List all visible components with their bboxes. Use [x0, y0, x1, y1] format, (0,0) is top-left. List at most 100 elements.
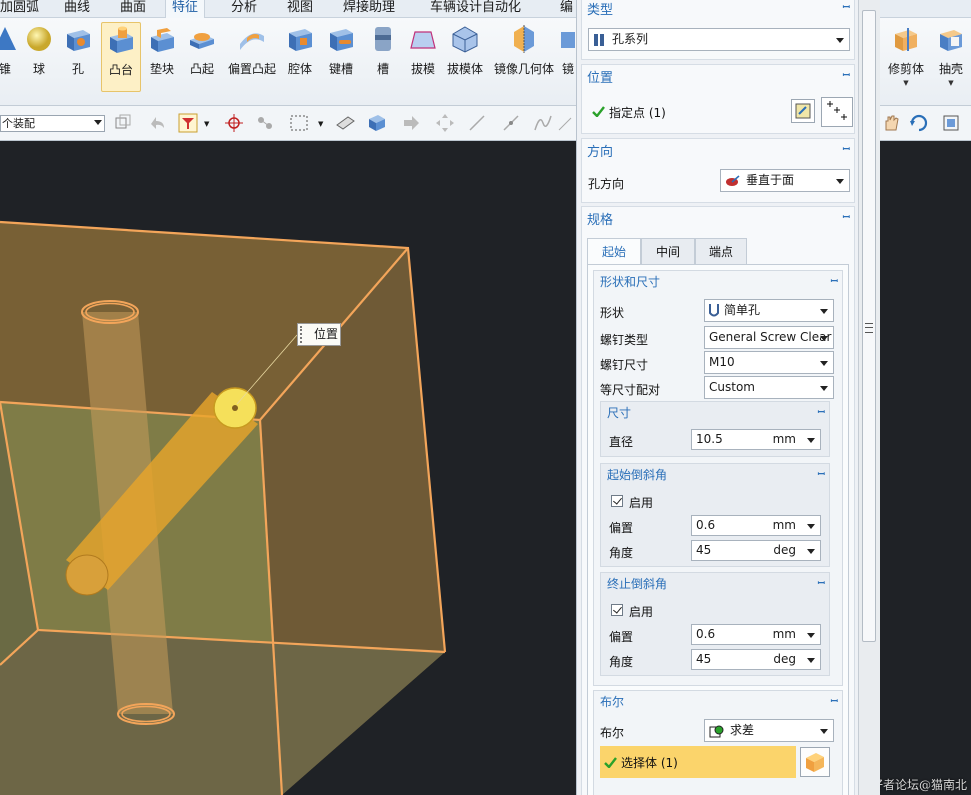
undo-selection-icon[interactable]	[146, 112, 168, 134]
pan-icon[interactable]	[880, 112, 902, 134]
boolean-select[interactable]: 求差	[704, 719, 834, 742]
move-icon[interactable]	[434, 112, 456, 134]
hole-direction-select[interactable]: 垂直于面	[720, 169, 850, 192]
start-offset-input[interactable]: 0.6 mm	[691, 515, 821, 536]
offset-emboss-button[interactable]: 偏置凸起	[224, 22, 280, 92]
pin-icon[interactable]: ꟷ	[843, 142, 850, 155]
pocket-button[interactable]: 腔体	[283, 22, 317, 92]
fit-view-icon[interactable]	[940, 112, 962, 134]
end-chamfer-enable-checkbox[interactable]	[611, 604, 623, 616]
position-section-title[interactable]: 位置	[587, 67, 613, 86]
menu-tab-curve[interactable]: 曲线	[58, 0, 96, 18]
select-body-button[interactable]	[800, 747, 830, 777]
chevron-down-icon[interactable]	[807, 549, 815, 554]
tab-middle[interactable]: 中间	[641, 238, 695, 265]
body-icon[interactable]	[366, 112, 388, 134]
emboss-button[interactable]: 凸起	[183, 22, 221, 92]
sphere-button[interactable]: 球	[22, 22, 56, 92]
position-callout[interactable]: 位置	[297, 323, 341, 346]
mirror-feature-button[interactable]: 镜	[559, 22, 577, 92]
boss-button[interactable]: 凸台	[101, 22, 141, 92]
chevron-down-icon	[836, 38, 844, 43]
end-angle-input[interactable]: 45 deg	[691, 649, 821, 670]
pin-icon[interactable]: ꟷ	[818, 405, 825, 418]
tab-end[interactable]: 端点	[695, 238, 747, 265]
specify-point-label[interactable]: 指定点 (1)	[609, 104, 666, 121]
shell-button[interactable]: 抽壳 ▼	[932, 22, 970, 92]
cone-button[interactable]: 锥	[0, 22, 22, 92]
line-point-icon[interactable]	[500, 112, 522, 134]
spec-section-title[interactable]: 规格	[587, 209, 613, 228]
shape-select[interactable]: 简单孔	[704, 299, 834, 322]
slot-button[interactable]: 键槽	[323, 22, 359, 92]
draft-body-button[interactable]: 拔模体	[444, 22, 486, 92]
groove-button[interactable]: 槽	[366, 22, 400, 92]
screw-size-value: M10	[709, 355, 735, 369]
screw-size-select[interactable]: M10	[704, 351, 834, 374]
point-dialog-button[interactable]	[821, 97, 853, 127]
select-body-row[interactable]: 选择体 (1)	[600, 746, 796, 778]
start-angle-value: 45	[696, 543, 712, 557]
screw-type-select[interactable]: General Screw Clear	[704, 326, 834, 349]
direction-section-title[interactable]: 方向	[587, 141, 613, 160]
menu-tab-view[interactable]: 视图	[281, 0, 319, 18]
pin-icon[interactable]: ꟷ	[843, 0, 850, 13]
pin-icon[interactable]: ꟷ	[818, 576, 825, 589]
trim-body-dropdown-icon[interactable]: ▼	[884, 79, 928, 87]
line-icon[interactable]	[466, 112, 488, 134]
pin-icon[interactable]: ꟷ	[843, 210, 850, 223]
chevron-down-icon[interactable]	[807, 658, 815, 663]
shell-dropdown-icon[interactable]: ▼	[932, 79, 970, 87]
diameter-input[interactable]: 10.5 mm	[691, 429, 821, 450]
shape-value: 简单孔	[724, 303, 761, 317]
start-angle-input[interactable]: 45 deg	[691, 540, 821, 561]
boolean-title[interactable]: 布尔	[600, 693, 624, 710]
start-chamfer-enable-checkbox[interactable]	[611, 495, 623, 507]
sketch-section-button[interactable]	[791, 99, 815, 123]
tab-start[interactable]: 起始	[587, 238, 641, 265]
pad-button[interactable]: 垫块	[143, 22, 181, 92]
mirror-geometry-button[interactable]: 镜像几何体	[492, 22, 556, 92]
type-select[interactable]: 孔系列	[588, 28, 850, 51]
rectangle-select-dropdown-icon[interactable]: ▼	[318, 120, 323, 128]
panel-scrollbar[interactable]	[858, 0, 880, 795]
trim-body-button[interactable]: 修剪体 ▼	[884, 22, 928, 92]
filter-icon[interactable]	[177, 112, 199, 134]
menu-tab-surface[interactable]: 曲面	[114, 0, 152, 18]
hole-label: 孔	[71, 62, 84, 76]
pin-icon[interactable]: ꟷ	[843, 68, 850, 81]
start-angle-label: 角度	[609, 546, 634, 560]
relations-icon[interactable]	[254, 112, 276, 134]
assembly-icon[interactable]	[112, 112, 134, 134]
menu-tab-vehicle[interactable]: 车辆设计自动化	[424, 0, 527, 18]
draft-button[interactable]: 拔模	[405, 22, 441, 92]
menu-tab-weld[interactable]: 焊接助理	[337, 0, 401, 18]
chevron-down-icon[interactable]	[807, 633, 815, 638]
arrow-right-icon[interactable]	[400, 112, 422, 134]
rotate-icon[interactable]	[908, 112, 930, 134]
chevron-down-icon[interactable]	[807, 524, 815, 529]
rectangle-select-icon[interactable]	[288, 112, 310, 134]
fit-select[interactable]: Custom	[704, 376, 834, 399]
pin-icon[interactable]: ꟷ	[831, 274, 838, 287]
drag-handle-icon[interactable]	[300, 326, 304, 343]
curve-icon[interactable]	[532, 112, 554, 134]
menu-tab-feature[interactable]: 特征	[165, 0, 206, 18]
snap-point-icon[interactable]	[223, 112, 245, 134]
hole-button[interactable]: 孔	[60, 22, 96, 92]
assembly-filter-select[interactable]: 个装配	[0, 115, 105, 132]
dimensions-title[interactable]: 尺寸	[607, 404, 631, 421]
filter-dropdown-icon[interactable]: ▼	[204, 120, 209, 128]
cone-icon	[0, 27, 16, 50]
shape-size-title[interactable]: 形状和尺寸	[600, 273, 660, 290]
pin-icon[interactable]: ꟷ	[831, 694, 838, 707]
menu-tab-analysis[interactable]: 分析	[225, 0, 263, 18]
face-icon[interactable]	[334, 112, 356, 134]
end-chamfer-title[interactable]: 终止倒斜角	[607, 575, 667, 592]
pin-icon[interactable]: ꟷ	[818, 467, 825, 480]
type-section-title[interactable]: 类型	[587, 0, 613, 18]
end-offset-input[interactable]: 0.6 mm	[691, 624, 821, 645]
menu-tab-arc[interactable]: 加圆弧	[0, 0, 45, 18]
chevron-down-icon[interactable]	[807, 438, 815, 443]
start-chamfer-title[interactable]: 起始倒斜角	[607, 466, 667, 483]
